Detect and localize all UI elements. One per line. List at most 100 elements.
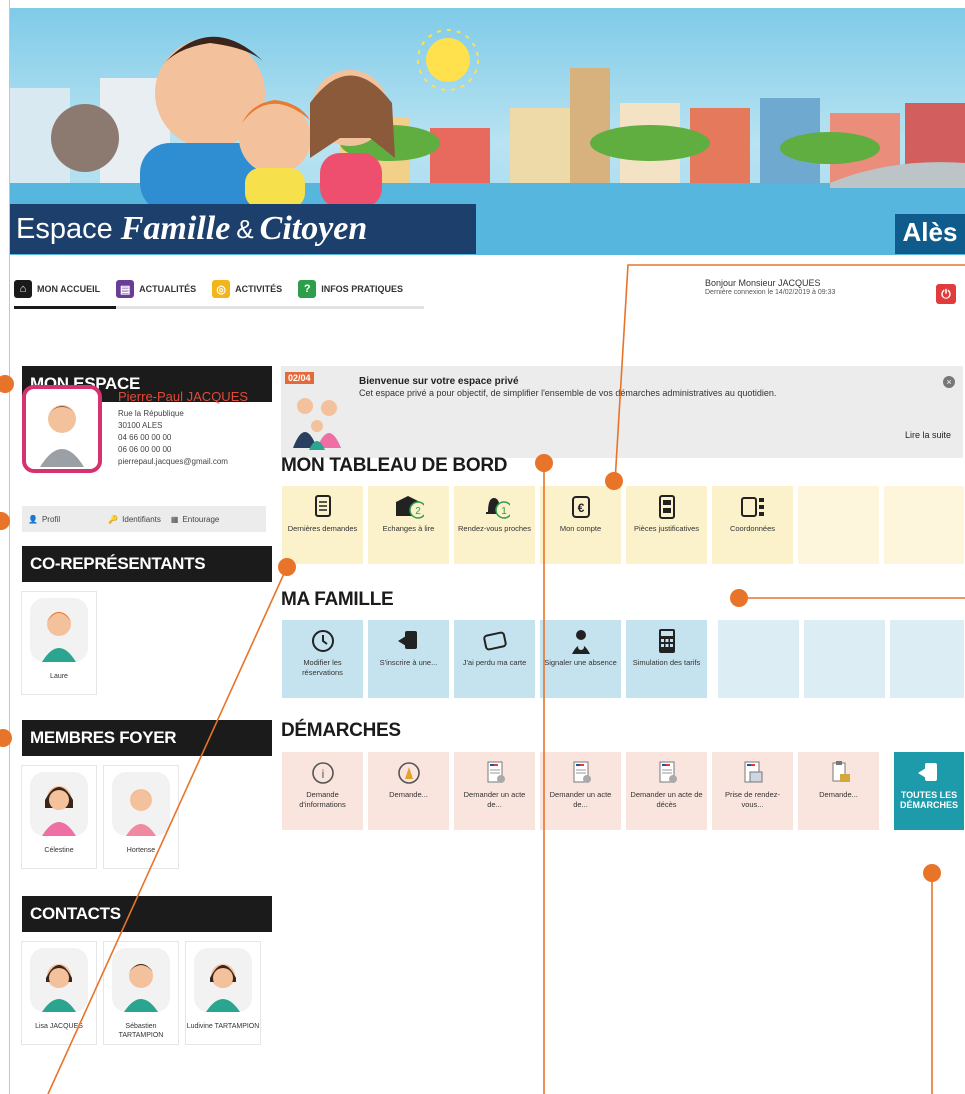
nav-label: ACTUALITÉS: [139, 284, 197, 294]
demarches-title: DÉMARCHES: [281, 720, 401, 741]
nav-activites[interactable]: ◎ ACTIVITÉS: [212, 280, 282, 306]
tile-label: Dernières demandes: [287, 524, 358, 533]
annotation-dot: [923, 864, 941, 882]
person-name: Sébastien TARTAMPION: [118, 1023, 164, 1039]
document-icon: [314, 495, 331, 517]
family-icon: [293, 398, 341, 450]
tile-label: Mon compte: [559, 524, 602, 533]
tab-entourage[interactable]: ▦ Entourage: [171, 515, 219, 524]
key-icon: 🔑: [108, 514, 119, 524]
tile-label: Demande...: [819, 790, 858, 799]
tab-profil[interactable]: 👤 Profil: [28, 515, 60, 524]
tile-demande-informations[interactable]: i Demande d'informations: [282, 752, 363, 830]
tile-pieces-justificatives[interactable]: Pièces justificatives: [626, 486, 707, 564]
tile-label: Demander un acte de...: [463, 790, 526, 809]
foyer-member-card[interactable]: Hortense: [104, 766, 178, 868]
annotation-dot: [605, 472, 623, 490]
tile-label: Prise de rendez-vous...: [724, 790, 781, 809]
welcome-text: Cet espace privé a pour objectif, de sim…: [359, 388, 777, 398]
avatar-icon: [194, 948, 252, 1012]
person-name: Laure: [50, 673, 68, 680]
foyer-member-card[interactable]: Célestine: [22, 766, 96, 868]
co-representants-header: CO-REPRÉSENTANTS: [22, 546, 272, 582]
calculator-icon: [658, 629, 675, 653]
tile-rendez-vous[interactable]: 1 Rendez-vous proches: [454, 486, 535, 564]
annotation-dot: [535, 454, 553, 472]
tile-label: Coordonnées: [729, 524, 776, 533]
tile-demander-acte-2[interactable]: Demander un acte de...: [540, 752, 621, 830]
user-greeting-box: Bonjour Monsieur JACQUES Dernière connex…: [705, 278, 835, 298]
tile-demande-2[interactable]: Demande...: [798, 752, 879, 830]
tile-modifier-reservations[interactable]: Modifier les réservations: [282, 620, 363, 698]
profile-city: 30100 ALES: [118, 421, 163, 430]
bell-icon: 1: [485, 498, 510, 519]
tile-coordonnees[interactable]: Coordonnées: [712, 486, 793, 564]
tile-label: Demander un acte de décès: [630, 790, 703, 809]
nav-infos-pratiques[interactable]: ? INFOS PRATIQUES: [298, 280, 403, 306]
tile-carte-perdue[interactable]: J'ai perdu ma carte: [454, 620, 535, 698]
tab-identifiants[interactable]: 🔑 Identifiants: [108, 515, 161, 524]
toutes-les-demarches-button[interactable]: TOUTES LES DÉMARCHES: [894, 752, 964, 830]
contact-card[interactable]: Ludivine TARTAMPION: [186, 942, 260, 1044]
avatar-icon: [112, 948, 170, 1012]
ales-logo: Alès: [895, 214, 965, 254]
cone-icon: [397, 762, 420, 784]
tile-empty: [804, 620, 885, 698]
banner-title-famille: Famille: [120, 210, 231, 247]
nav-mon-accueil[interactable]: ⌂ MON ACCUEIL: [14, 280, 100, 306]
signup-icon: [918, 763, 937, 781]
mail-icon: 2: [395, 496, 424, 519]
co-representant-card[interactable]: Laure: [22, 592, 96, 694]
svg-text:€: €: [577, 501, 584, 515]
main-nav: ⌂ MON ACCUEIL ▤ ACTUALITÉS ◎ ACTIVITÉS ?…: [14, 280, 403, 306]
membres-foyer-header: MEMBRES FOYER: [22, 720, 272, 756]
profile-name: Pierre-Paul JACQUES: [118, 389, 249, 404]
avatar-icon: [30, 772, 88, 836]
profile-tabs: 👤 Profil 🔑 Identifiants ▦ Entourage: [22, 506, 266, 532]
avatar[interactable]: [22, 385, 102, 473]
contact-card[interactable]: Sébastien TARTAMPION: [104, 942, 178, 1044]
tile-label: Demande d'informations: [299, 790, 346, 809]
co-representants-list: Laure: [22, 592, 96, 694]
welcome-title: Bienvenue sur votre espace privé: [359, 376, 519, 387]
nav-label: INFOS PRATIQUES: [321, 284, 404, 294]
tile-label: Pièces justificatives: [633, 524, 700, 533]
avatar-icon: [30, 948, 88, 1012]
certificate-icon: [487, 761, 505, 783]
svg-text:i: i: [321, 767, 324, 781]
person-icon: 👤: [28, 514, 38, 524]
power-icon: ⏻: [941, 287, 951, 301]
certificate-icon: [659, 761, 677, 783]
person-name: Hortense: [126, 847, 156, 854]
svg-text:1: 1: [501, 506, 507, 517]
signup-icon: [397, 631, 417, 649]
info-circle-icon: i: [311, 762, 334, 784]
tile-prise-rendez-vous[interactable]: Prise de rendez-vous...: [712, 752, 793, 830]
tile-label: Simulation des tarifs: [632, 658, 701, 667]
card-icon: [482, 631, 507, 651]
logout-button[interactable]: ⏻: [936, 284, 956, 304]
news-icon: ▤: [116, 280, 135, 298]
contact-card[interactable]: Lisa JACQUES: [22, 942, 96, 1044]
tab-label: Entourage: [182, 514, 220, 524]
tile-inscrire[interactable]: S'inscrire à une...: [368, 620, 449, 698]
tile-demande[interactable]: Demande...: [368, 752, 449, 830]
tile-mon-compte[interactable]: € Mon compte: [540, 486, 621, 564]
tile-dernieres-demandes[interactable]: Dernières demandes: [282, 486, 363, 564]
tile-demander-acte-deces[interactable]: Demander un acte de décès: [626, 752, 707, 830]
read-more-link[interactable]: Lire la suite: [905, 430, 951, 440]
absence-icon: [571, 630, 590, 654]
tile-empty: [798, 486, 879, 564]
tile-demander-acte-1[interactable]: Demander un acte de...: [454, 752, 535, 830]
tile-label: J'ai perdu ma carte: [462, 658, 527, 667]
banner-title: Espace Famille & Citoyen: [10, 204, 476, 254]
tile-label: Echanges à lire: [382, 524, 435, 533]
tile-simulation-tarifs[interactable]: Simulation des tarifs: [626, 620, 707, 698]
tile-signaler-absence[interactable]: Signaler une absence: [540, 620, 621, 698]
tile-empty: [890, 620, 964, 698]
tile-echanges[interactable]: 2 Echanges à lire: [368, 486, 449, 564]
nav-underline: [14, 306, 424, 309]
nav-actualites[interactable]: ▤ ACTUALITÉS: [116, 280, 196, 306]
clipboard-icon: [832, 761, 850, 782]
close-icon[interactable]: ×: [943, 376, 955, 388]
